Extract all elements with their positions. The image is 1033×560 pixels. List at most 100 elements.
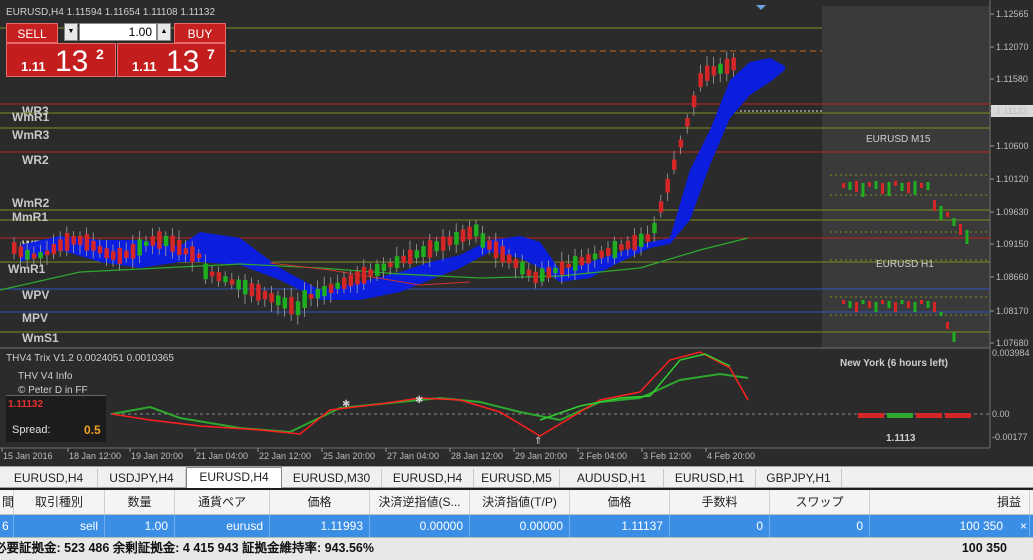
candle-body bbox=[375, 264, 380, 276]
table-header-cell[interactable]: 間 bbox=[0, 490, 14, 514]
chart-window[interactable]: EURUSD,H4 1.11594 1.11654 1.11108 1.1113… bbox=[0, 0, 1033, 466]
chart-tab[interactable]: EURUSD,H4 bbox=[0, 469, 98, 487]
table-header-cell[interactable]: 決済逆指値(S... bbox=[370, 490, 470, 514]
chart-tab[interactable]: USDJPY,H4 bbox=[98, 469, 186, 487]
trix-bull-overlay bbox=[539, 353, 731, 421]
mini-candle bbox=[881, 300, 884, 304]
candle-body bbox=[229, 279, 235, 285]
mini-candle bbox=[887, 301, 891, 308]
candle-body bbox=[295, 301, 301, 316]
candle-body bbox=[210, 271, 215, 277]
candle-body bbox=[45, 250, 50, 256]
lot-size-input[interactable] bbox=[79, 23, 157, 41]
candle-body bbox=[130, 243, 136, 259]
chart-tab[interactable]: EURUSD,H1 bbox=[664, 469, 756, 487]
price-tick-label: 1.12070 bbox=[996, 42, 1029, 52]
table-header-cell[interactable]: 数量 bbox=[105, 490, 175, 514]
candle-body bbox=[658, 201, 664, 213]
mini-candle bbox=[900, 300, 904, 304]
candle-body bbox=[163, 235, 169, 247]
lot-increase-button[interactable]: ▲ bbox=[157, 23, 171, 41]
sell-button[interactable]: SELL bbox=[6, 23, 58, 43]
mini-candle bbox=[848, 301, 852, 308]
table-cell: sell bbox=[14, 515, 105, 537]
pivot-level-label: WR2 bbox=[22, 153, 49, 167]
buy-button[interactable]: BUY bbox=[174, 23, 226, 43]
candle-body bbox=[388, 262, 393, 267]
buy-price-prefix: 1.11 bbox=[132, 59, 157, 74]
chart-tab[interactable]: EURUSD,H4 bbox=[382, 469, 474, 487]
table-cell: 1.11137 bbox=[570, 515, 670, 537]
mini-candle bbox=[926, 182, 930, 190]
candle-body bbox=[533, 271, 538, 284]
candle-body bbox=[553, 267, 558, 274]
candle-body bbox=[58, 239, 63, 252]
table-header-cell[interactable]: 価格 bbox=[570, 490, 670, 514]
candle-body bbox=[480, 233, 486, 248]
candle-body bbox=[678, 139, 684, 148]
price-axis bbox=[990, 0, 1033, 466]
candle-body bbox=[408, 249, 413, 264]
candle-body bbox=[625, 240, 631, 250]
time-axis-label: 2 Feb 04:00 bbox=[579, 451, 627, 461]
trade-table-row[interactable]: 6 sell 1.00 eurusd 1.11993 0.00000 0.00000 1.11… bbox=[0, 515, 1033, 537]
buy-price-pips: 13 bbox=[166, 45, 200, 78]
mini-candle bbox=[887, 182, 891, 196]
table-header-cell[interactable]: 通貨ペア bbox=[175, 490, 270, 514]
mini-candle bbox=[894, 302, 897, 312]
lot-decrease-button[interactable]: ▼ bbox=[64, 23, 78, 41]
candle-body bbox=[328, 283, 334, 294]
time-axis-label: 4 Feb 20:00 bbox=[707, 451, 755, 461]
candle-body bbox=[526, 269, 532, 276]
candle-body bbox=[282, 297, 288, 309]
buy-price-button[interactable]: 1.11 13 7 bbox=[117, 43, 226, 78]
pivot-level-label: WmR1 bbox=[12, 110, 50, 124]
mini-candle bbox=[965, 230, 969, 244]
chart-tab[interactable]: EURUSD,H4 bbox=[186, 467, 282, 488]
info-title: THV V4 Info bbox=[18, 371, 73, 382]
chart-tabs: EURUSD,H4 USDJPY,H4 EURUSD,H4 EURUSD,M30 EUR… bbox=[0, 466, 1033, 488]
mini-candle bbox=[848, 182, 852, 190]
candle-body bbox=[599, 250, 604, 258]
chart-tab[interactable]: EURUSD,M30 bbox=[282, 469, 382, 487]
table-header-cell[interactable]: 取引種別 bbox=[14, 490, 105, 514]
chart-tab[interactable]: GBPJPY,H1 bbox=[756, 469, 842, 487]
candle-body bbox=[18, 246, 24, 258]
candle-body bbox=[724, 58, 730, 74]
candle-body bbox=[71, 235, 76, 245]
candle-body bbox=[414, 250, 420, 259]
time-axis-label: 18 Jan 12:00 bbox=[69, 451, 121, 461]
candle-body bbox=[309, 293, 314, 299]
session-bar bbox=[858, 413, 884, 418]
candle-body bbox=[540, 268, 545, 282]
chart-tab[interactable]: AUDUSD,H1 bbox=[560, 469, 664, 487]
spread-value: 0.5 bbox=[84, 423, 101, 437]
account-summary-text: 必要証拠金: 523 486 余剰証拠金: 4 415 943 証拠金維持率: … bbox=[0, 541, 374, 555]
candle-body bbox=[157, 231, 162, 249]
table-header-cell[interactable]: 決済指値(T/P) bbox=[470, 490, 570, 514]
table-header-cell[interactable]: 価格 bbox=[270, 490, 370, 514]
buy-price-fraction: 7 bbox=[207, 46, 215, 62]
table-header-cell[interactable]: 手数料 bbox=[670, 490, 770, 514]
candle-body bbox=[705, 65, 710, 81]
mini-candle bbox=[933, 302, 936, 312]
candle-body bbox=[441, 236, 446, 251]
close-order-icon[interactable]: × bbox=[1020, 515, 1027, 537]
candle-body bbox=[665, 178, 670, 193]
table-cell: 0 bbox=[770, 515, 870, 537]
mini-candle bbox=[900, 183, 904, 191]
mini-candle bbox=[907, 301, 910, 308]
candle-body bbox=[474, 224, 479, 237]
candle-body bbox=[639, 233, 644, 248]
table-header-cell[interactable]: スワップ bbox=[770, 490, 870, 514]
candle-body bbox=[355, 271, 360, 285]
mini-candle bbox=[913, 181, 917, 195]
sell-price-button[interactable]: 1.11 13 2 bbox=[6, 43, 116, 78]
chart-tab[interactable]: EURUSD,M5 bbox=[474, 469, 560, 487]
candle-body bbox=[421, 246, 426, 257]
candle-body bbox=[487, 240, 492, 250]
candle-body bbox=[78, 235, 83, 245]
time-axis-label: 22 Jan 12:00 bbox=[259, 451, 311, 461]
table-header-cell[interactable]: 損益 bbox=[870, 490, 1030, 514]
price-tick-label: 1.12565 bbox=[996, 9, 1029, 19]
